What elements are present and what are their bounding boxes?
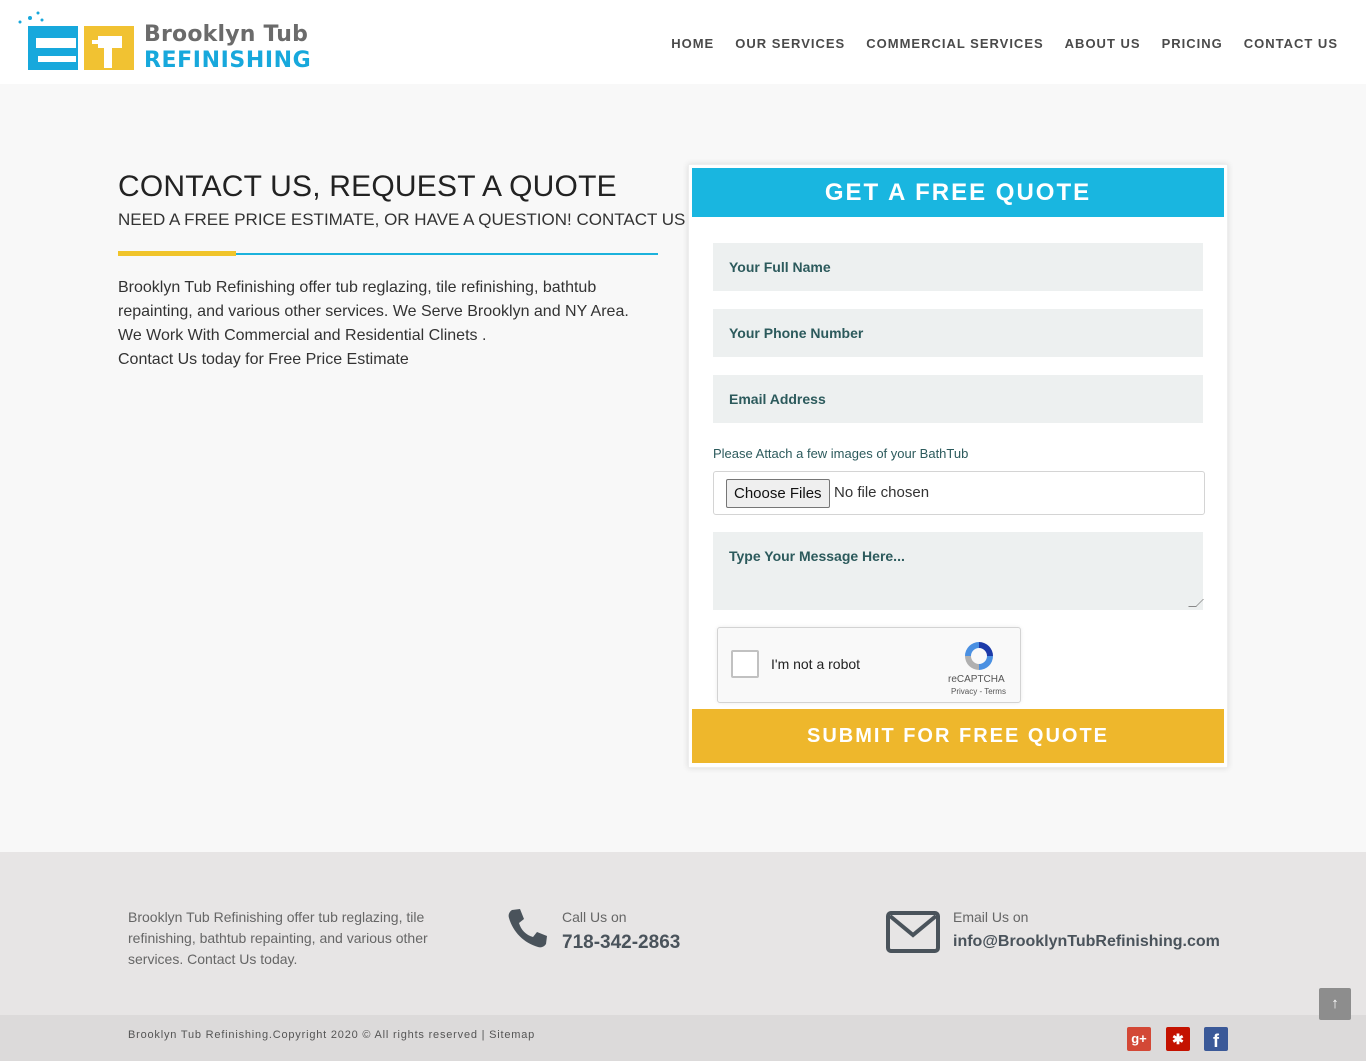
contact-intro: CONTACT US, REQUEST A QUOTE NEED A FREE …: [118, 170, 686, 368]
envelope-icon: [886, 911, 940, 953]
intro-text: Brooklyn Tub Refinishing offer tub regla…: [118, 276, 658, 372]
full-name-field[interactable]: Your Full Name: [713, 243, 1203, 291]
page-subtitle: NEED A FREE PRICE ESTIMATE, OR HAVE A QU…: [118, 210, 686, 229]
quote-form-heading: GET A FREE QUOTE: [692, 168, 1224, 217]
nav-commercial-services[interactable]: COMMERCIAL SERVICES: [845, 36, 1043, 51]
nav-about-us[interactable]: ABOUT US: [1044, 36, 1141, 51]
google-plus-icon[interactable]: g+: [1127, 1027, 1151, 1051]
logo-line2: REFINISHING: [144, 48, 312, 73]
message-placeholder: Type Your Message Here...: [729, 548, 905, 564]
recaptcha-widget: I'm not a robot reCAPTCHA Privacy - Term…: [717, 627, 1021, 703]
submit-quote-button[interactable]: SUBMIT FOR FREE QUOTE: [692, 709, 1224, 763]
bottom-bar: Brooklyn Tub Refinishing.Copyright 2020 …: [0, 1015, 1366, 1061]
yelp-icon[interactable]: ✱: [1166, 1027, 1190, 1051]
message-field[interactable]: Type Your Message Here...: [713, 532, 1204, 610]
tub-logo-icon: [18, 11, 134, 70]
footer-about: Brooklyn Tub Refinishing offer tub regla…: [128, 909, 428, 967]
phone-field[interactable]: Your Phone Number: [713, 309, 1203, 357]
main-nav: HOME OUR SERVICES COMMERCIAL SERVICES AB…: [650, 36, 1338, 51]
file-upload[interactable]: Choose Files No file chosen: [713, 471, 1205, 515]
site-footer: Brooklyn Tub Refinishing offer tub regla…: [0, 852, 1366, 1015]
intro-line: Brooklyn Tub Refinishing offer tub regla…: [118, 279, 597, 296]
phone-icon: [508, 909, 547, 948]
email-field[interactable]: Email Address: [713, 375, 1203, 423]
nav-pricing[interactable]: PRICING: [1141, 36, 1223, 51]
recaptcha-links[interactable]: Privacy - Terms: [951, 687, 1006, 696]
recaptcha-label: I'm not a robot: [771, 656, 861, 672]
quote-form: GET A FREE QUOTE Your Full Name Your Pho…: [688, 164, 1228, 768]
page-title: CONTACT US, REQUEST A QUOTE: [118, 170, 617, 203]
site-header: Brooklyn Tub REFINISHING HOME OUR SERVIC…: [0, 0, 1366, 84]
call-label: Call Us on: [562, 909, 627, 925]
intro-line: Contact Us today for Free Price Estimate: [118, 351, 409, 368]
recaptcha-checkbox[interactable]: [731, 650, 759, 678]
facebook-icon[interactable]: f: [1204, 1027, 1228, 1051]
file-status: No file chosen: [834, 484, 930, 501]
site-logo[interactable]: Brooklyn Tub REFINISHING: [14, 10, 314, 76]
scroll-to-top-button[interactable]: ↑: [1319, 988, 1351, 1020]
phone-number[interactable]: 718-342-2863: [562, 932, 680, 954]
divider-accent: [118, 251, 236, 256]
resize-handle-icon[interactable]: [1188, 599, 1204, 607]
recaptcha-logo-icon: [965, 642, 993, 670]
email-address[interactable]: info@BrooklynTubRefinishing.com: [953, 933, 1220, 951]
copyright: Brooklyn Tub Refinishing.Copyright 2020 …: [128, 1029, 536, 1041]
email-label: Email Us on: [953, 909, 1029, 925]
nav-home[interactable]: HOME: [650, 36, 714, 51]
attach-label: Please Attach a few images of your BathT…: [713, 446, 969, 461]
nav-contact-us[interactable]: CONTACT US: [1223, 36, 1338, 51]
intro-line: repainting, and various other services. …: [118, 303, 629, 320]
logo-line1: Brooklyn Tub: [144, 22, 309, 47]
recaptcha-brand: reCAPTCHA: [948, 674, 1005, 685]
intro-line: We Work With Commercial and Residential …: [118, 327, 487, 344]
nav-our-services[interactable]: OUR SERVICES: [714, 36, 845, 51]
choose-files-button[interactable]: Choose Files: [726, 479, 830, 508]
